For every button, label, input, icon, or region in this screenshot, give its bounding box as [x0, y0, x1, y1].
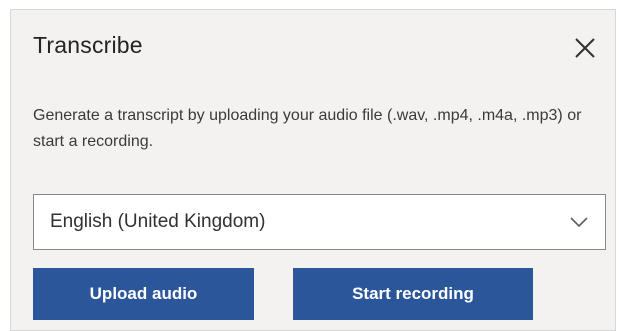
language-dropdown[interactable]: English (United Kingdom)	[33, 194, 606, 250]
transcribe-panel: Transcribe Generate a transcript by uplo…	[10, 9, 616, 331]
close-button[interactable]	[571, 34, 599, 62]
chevron-down-icon	[569, 215, 589, 229]
close-icon	[575, 38, 595, 58]
start-recording-button[interactable]: Start recording	[293, 268, 533, 320]
upload-audio-button[interactable]: Upload audio	[33, 268, 254, 320]
panel-description: Generate a transcript by uploading your …	[33, 107, 582, 150]
language-selected-value: English (United Kingdom)	[50, 211, 266, 232]
panel-title: Transcribe	[33, 32, 143, 58]
